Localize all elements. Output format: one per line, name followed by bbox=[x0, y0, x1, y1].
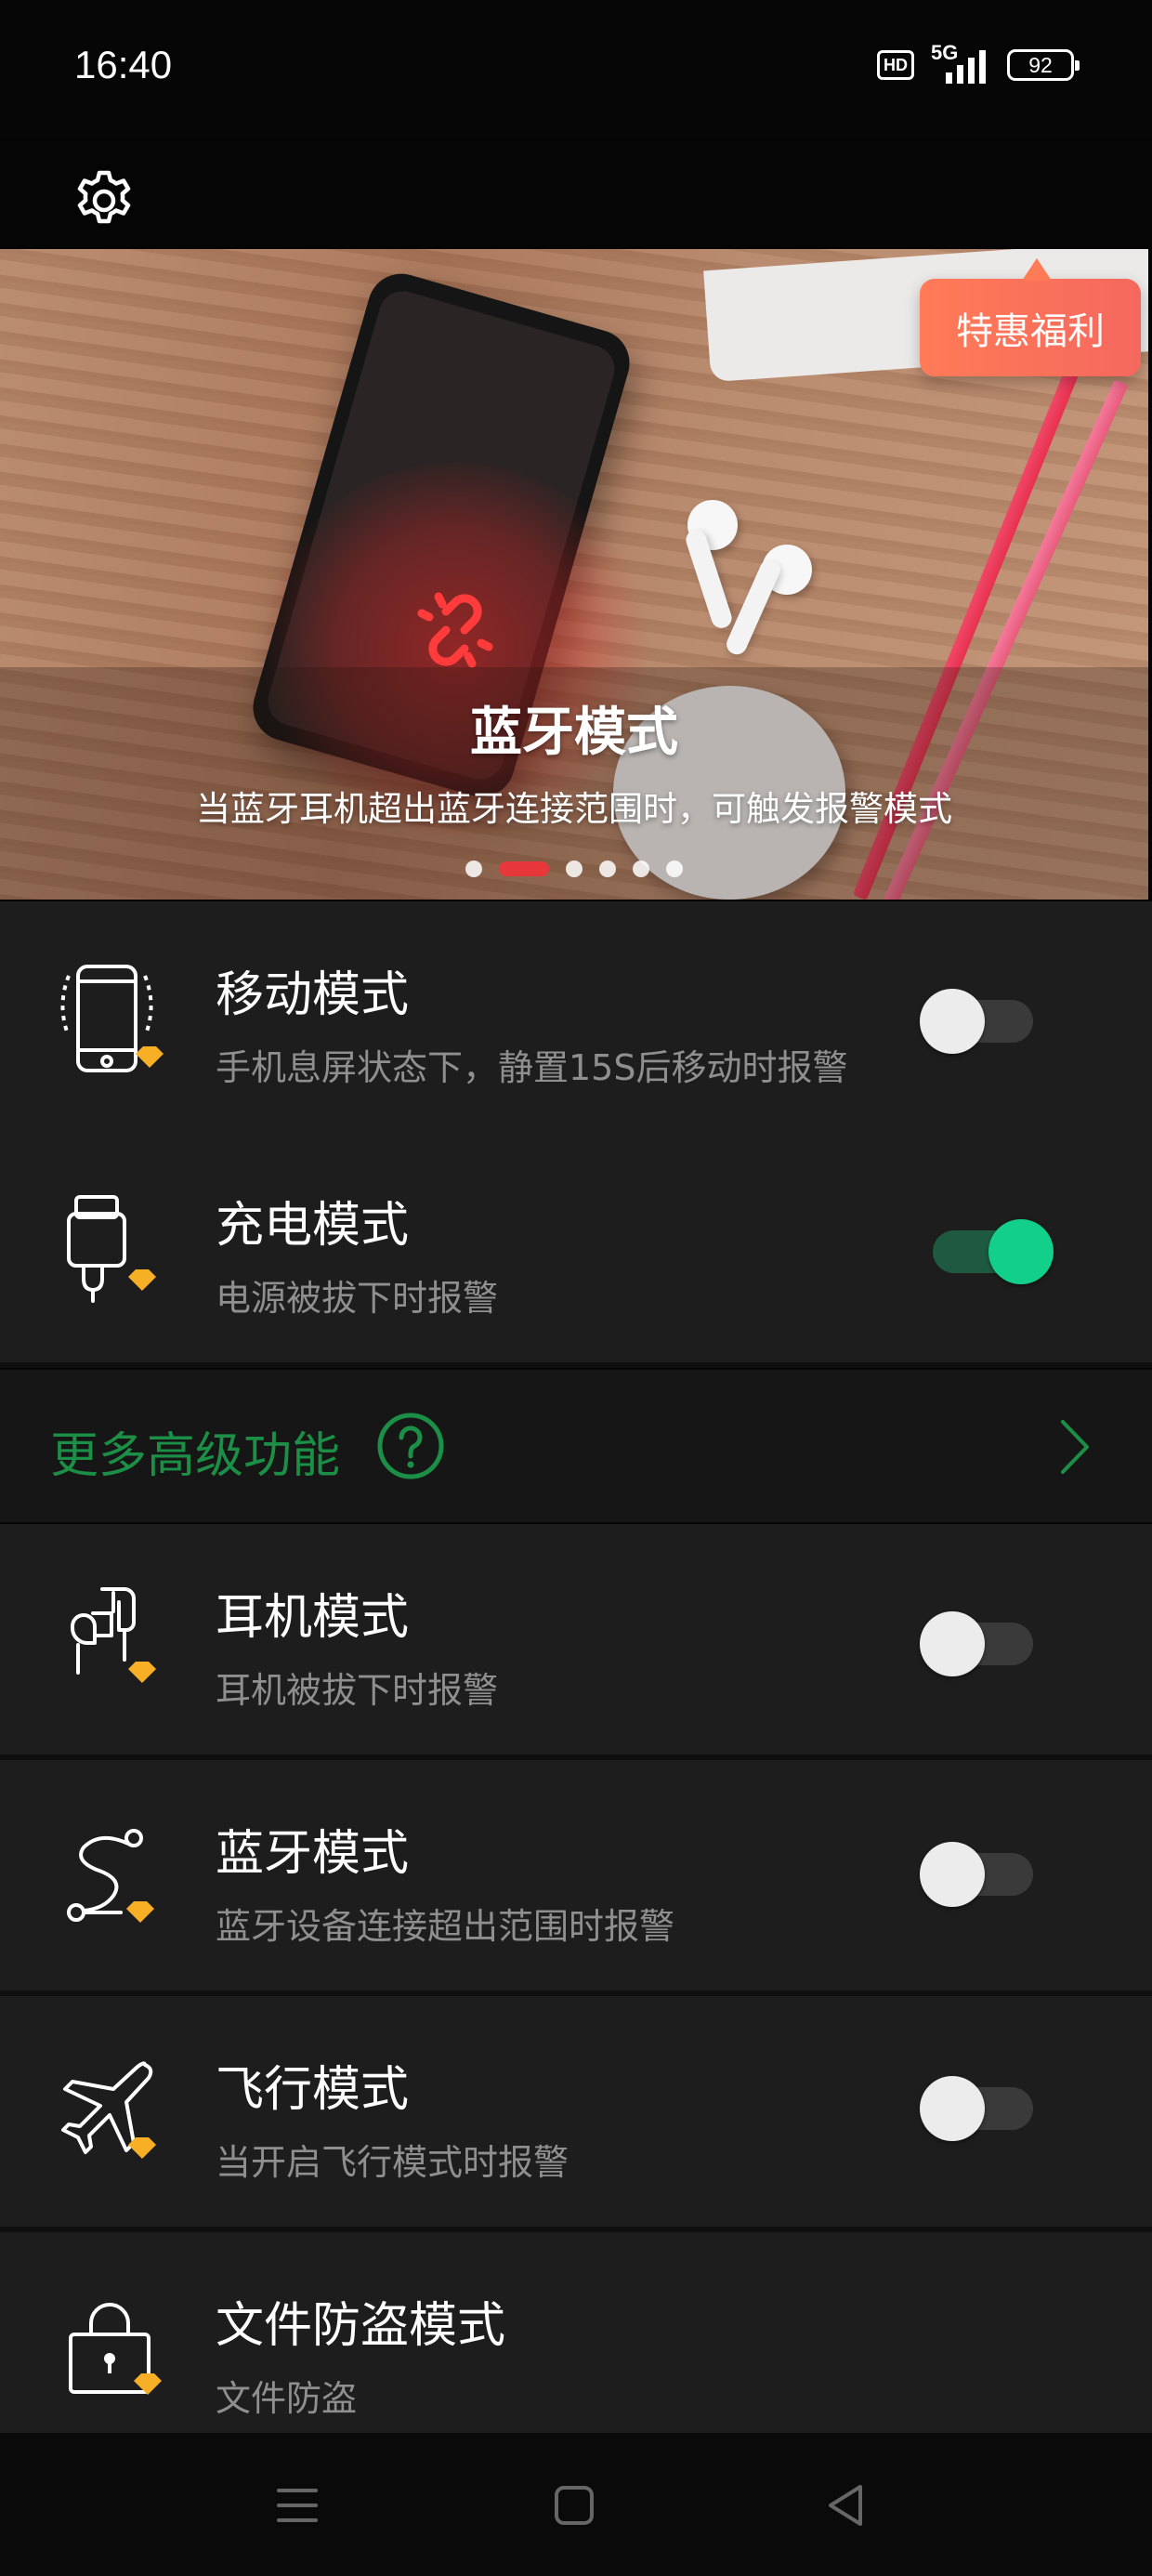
mode-row-earphones[interactable]: 耳机模式 耳机被拔下时报警 bbox=[0, 1524, 1152, 1755]
airplane-mode-toggle[interactable] bbox=[920, 2076, 1041, 2141]
chevron-right-icon bbox=[1061, 1420, 1089, 1474]
settings-gear-icon[interactable] bbox=[71, 167, 137, 234]
banner-dot[interactable] bbox=[599, 861, 616, 877]
battery-level: 92 bbox=[1028, 52, 1053, 77]
mode-title: 耳机模式 bbox=[216, 1590, 410, 1646]
mode-subtitle: 手机息屏状态下，静置15S后移动时报警 bbox=[216, 1047, 848, 1088]
mode-subtitle: 电源被拔下时报警 bbox=[216, 1278, 499, 1319]
status-time: 16:40 bbox=[74, 43, 173, 86]
mode-row-bluetooth[interactable]: 蓝牙模式 蓝牙设备连接超出范围时报警 bbox=[0, 1760, 1152, 1991]
charging-mode-toggle[interactable] bbox=[927, 1219, 1054, 1284]
back-icon[interactable] bbox=[819, 2477, 875, 2533]
broken-link-icon bbox=[417, 592, 493, 668]
banner-dot-active[interactable] bbox=[499, 861, 549, 876]
mode-subtitle: 文件防盗 bbox=[216, 2378, 358, 2419]
mode-title: 飞行模式 bbox=[216, 2062, 410, 2118]
mode-row-file-protection[interactable]: 文件防盗模式 文件防盗 bbox=[0, 2232, 1152, 2433]
menu-icon[interactable] bbox=[269, 2477, 325, 2533]
banner-title: 蓝牙模式 bbox=[470, 703, 678, 763]
mode-row-airplane[interactable]: 飞行模式 当开启飞行模式时报警 bbox=[0, 1996, 1152, 2227]
mode-subtitle: 当开启飞行模式时报警 bbox=[216, 2142, 569, 2183]
bluetooth-mode-toggle[interactable] bbox=[920, 1842, 1041, 1907]
battery-icon: 92 bbox=[1007, 49, 1080, 81]
file-lock-icon bbox=[69, 2303, 162, 2395]
mode-subtitle: 耳机被拔下时报警 bbox=[216, 1670, 499, 1711]
mode-row-charging[interactable]: 充电模式 电源被拔下时报警 bbox=[0, 1132, 1152, 1362]
mode-title: 蓝牙模式 bbox=[216, 1826, 410, 1882]
mode-row-motion[interactable]: 移动模式 手机息屏状态下，静置15S后移动时报警 bbox=[0, 901, 1152, 1132]
banner-pagination bbox=[0, 861, 1148, 877]
status-bar: 16:40 HD 5G 92 bbox=[0, 0, 1152, 139]
banner-dot[interactable] bbox=[465, 861, 482, 877]
status-indicators: HD 5G 92 bbox=[877, 41, 1080, 84]
mode-title: 文件防盗模式 bbox=[216, 2298, 506, 2354]
airplane-icon bbox=[61, 2061, 156, 2159]
bluetooth-range-icon bbox=[67, 1829, 154, 1923]
mode-title: 充电模式 bbox=[216, 1198, 410, 1254]
motion-mode-toggle[interactable] bbox=[920, 989, 1041, 1054]
more-features-label: 更多高级功能 bbox=[50, 1428, 341, 1484]
charger-icon bbox=[67, 1195, 156, 1303]
home-icon[interactable] bbox=[546, 2477, 602, 2533]
hd-voice-icon: HD bbox=[877, 50, 914, 80]
banner-dot[interactable] bbox=[633, 861, 649, 877]
banner-subtitle: 当蓝牙耳机超出蓝牙连接范围时，可触发报警模式 bbox=[196, 789, 952, 829]
more-advanced-features[interactable]: 更多高级功能 bbox=[0, 1370, 1152, 1522]
special-offer-button[interactable]: 特惠福利 bbox=[920, 258, 1141, 376]
signal-5g-icon: 5G bbox=[931, 41, 990, 84]
banner-dot[interactable] bbox=[666, 861, 683, 877]
mode-title: 移动模式 bbox=[216, 967, 410, 1023]
help-question-icon[interactable] bbox=[375, 1411, 446, 1481]
mode-subtitle: 蓝牙设备连接超出范围时报警 bbox=[216, 1906, 675, 1947]
system-nav-bar bbox=[0, 2433, 1152, 2576]
phone-motion-icon bbox=[60, 965, 164, 1072]
earphones-icon bbox=[71, 1587, 156, 1683]
earphone-mode-toggle[interactable] bbox=[920, 1611, 1041, 1676]
banner-dot[interactable] bbox=[566, 861, 583, 877]
section-divider bbox=[0, 1362, 1152, 1368]
